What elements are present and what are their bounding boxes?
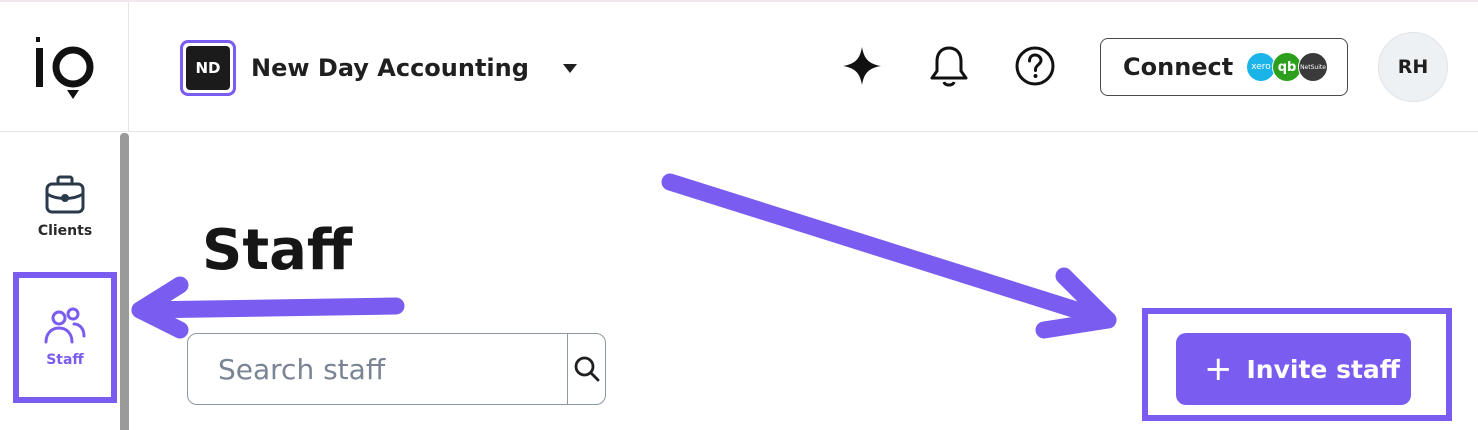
sidebar-item-clients[interactable]: Clients [13, 173, 117, 253]
invite-staff-label: Invite staff [1246, 354, 1401, 384]
app-logo[interactable] [0, 2, 129, 132]
connect-label: Connect [1123, 53, 1234, 81]
chevron-down-icon[interactable] [562, 63, 577, 73]
top-header: ND New Day Accounting Connect xero qb Ne… [0, 2, 1478, 132]
help-icon[interactable] [1013, 44, 1057, 88]
arrow-to-invite-button [661, 173, 1117, 329]
search-button[interactable] [567, 334, 605, 404]
briefcase-icon [45, 175, 85, 214]
org-switcher[interactable]: ND New Day Accounting [180, 40, 577, 96]
sidebar-item-staff[interactable]: Staff [13, 272, 117, 403]
sidebar-item-label: Staff [46, 352, 84, 368]
arrow-to-staff-nav [131, 297, 405, 319]
sidebar-scrollbar[interactable] [120, 133, 129, 430]
connect-button[interactable]: Connect xero qb NetSuite [1100, 38, 1348, 96]
arrow-head-left [131, 276, 189, 339]
org-name: New Day Accounting [251, 54, 529, 82]
page-title: Staff [202, 218, 353, 283]
bell-icon[interactable] [927, 44, 971, 88]
search-icon [574, 356, 599, 382]
sidebar-item-label: Clients [37, 223, 93, 239]
search-box [187, 333, 606, 405]
sidebar: Clients Staff [0, 133, 129, 430]
netsuite-logo-icon: NetSuite [1298, 52, 1328, 82]
io-logo-icon [36, 37, 94, 99]
integration-logos: xero qb NetSuite [1246, 52, 1331, 82]
invite-staff-button[interactable]: + Invite staff [1176, 333, 1411, 405]
sparkle-icon[interactable] [840, 44, 884, 88]
search-input[interactable] [188, 334, 567, 404]
arrow-head-right [1035, 267, 1117, 339]
plus-icon: + [1204, 349, 1233, 389]
user-avatar[interactable]: RH [1378, 32, 1448, 102]
org-avatar: ND [180, 40, 236, 96]
people-icon [44, 307, 86, 344]
org-initials: ND [186, 46, 230, 90]
